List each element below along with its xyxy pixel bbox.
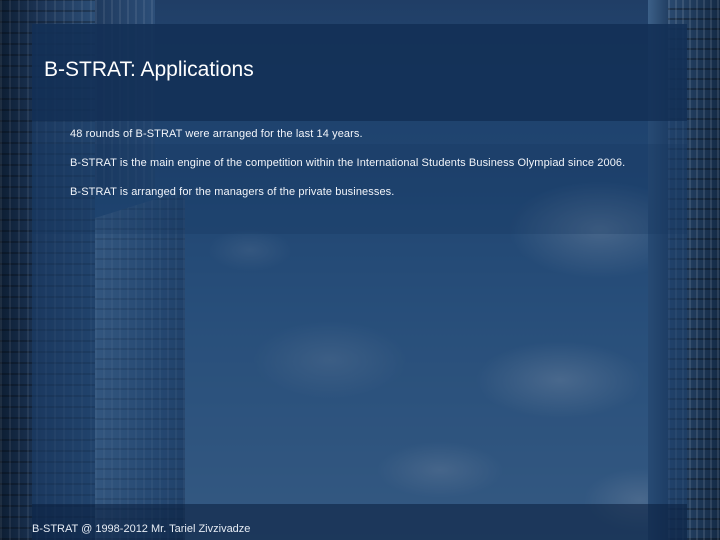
bullet-list: 48 rounds of B-STRAT were arranged for t… — [70, 127, 680, 214]
footer-bar: B-STRAT @ 1998-2012 Mr. Tariel Zivzivadz… — [32, 504, 687, 540]
title-bar: B-STRAT: Applications — [32, 24, 687, 121]
slide-title: B-STRAT: Applications — [44, 58, 254, 81]
bullet-item-rounds: 48 rounds of B-STRAT were arranged for t… — [70, 128, 363, 140]
content-panel: B-STRAT: Applications 48 rounds of B-STR… — [32, 24, 687, 540]
slide: B-STRAT: Applications 48 rounds of B-STR… — [0, 0, 720, 540]
bullet-item-olympiad: B-STRAT is the main engine of the compet… — [70, 157, 626, 169]
bullet-item-managers: B-STRAT is arranged for the managers of … — [70, 186, 395, 198]
footer-copyright: B-STRAT @ 1998-2012 Mr. Tariel Zivzivadz… — [32, 523, 251, 535]
